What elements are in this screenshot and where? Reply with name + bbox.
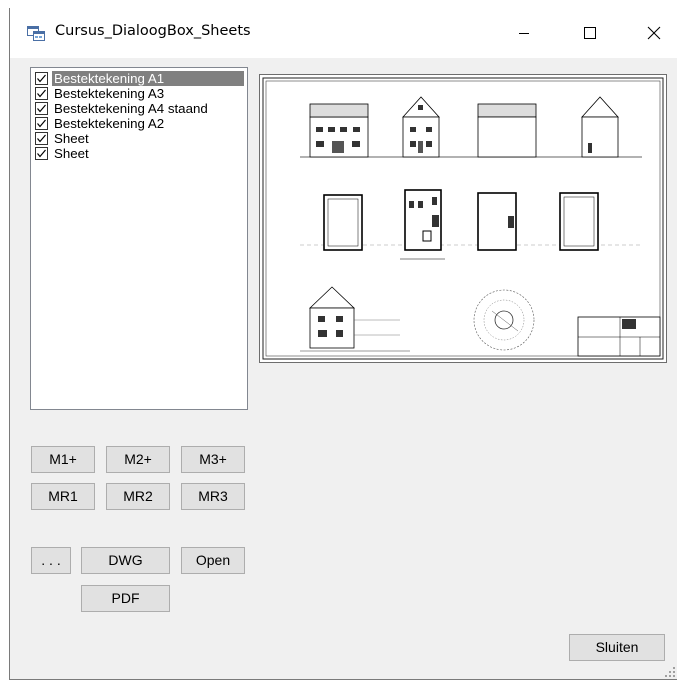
sheet-label: Sheet xyxy=(54,131,89,146)
sheet-label: Bestektekening A1 xyxy=(52,71,244,86)
sheet-preview xyxy=(259,74,667,363)
sheet-list-item[interactable]: Bestektekening A3 xyxy=(35,86,244,101)
sheet-label: Bestektekening A4 staand xyxy=(54,101,208,116)
checkmark-icon xyxy=(37,89,46,98)
checkmark-icon xyxy=(37,104,46,113)
open-button[interactable]: Open xyxy=(181,547,245,574)
sheet-checkbox[interactable] xyxy=(35,132,48,145)
pdf-button[interactable]: PDF xyxy=(81,585,170,612)
sheet-list-item[interactable]: Sheet xyxy=(35,146,244,161)
minimize-icon xyxy=(519,33,529,34)
checkmark-icon xyxy=(37,149,46,158)
close-icon xyxy=(647,26,661,40)
sheet-label: Bestektekening A3 xyxy=(54,86,165,101)
browse-button[interactable]: . . . xyxy=(31,547,71,574)
m1-plus-button[interactable]: M1+ xyxy=(31,446,95,473)
app-form-icon xyxy=(27,26,45,41)
sheet-list-item[interactable]: Sheet xyxy=(35,131,244,146)
mr1-button[interactable]: MR1 xyxy=(31,483,95,510)
resize-grip-icon[interactable] xyxy=(664,666,676,678)
sheet-list-item[interactable]: Bestektekening A4 staand xyxy=(35,101,244,116)
sheet-checked-list[interactable]: Bestektekening A1 Bestektekening A3 Best… xyxy=(30,67,248,410)
sheet-checkbox[interactable] xyxy=(35,117,48,130)
sheet-label: Sheet xyxy=(54,146,89,161)
drawing-preview-image xyxy=(262,77,664,360)
close-button[interactable]: Sluiten xyxy=(569,634,665,661)
window-title: Cursus_DialoogBox_Sheets xyxy=(55,23,251,39)
sheet-checkbox[interactable] xyxy=(35,72,48,85)
mr2-button[interactable]: MR2 xyxy=(106,483,170,510)
title-bar[interactable]: Cursus_DialoogBox_Sheets xyxy=(10,8,677,58)
checkmark-icon xyxy=(37,134,46,143)
checkmark-icon xyxy=(37,119,46,128)
minimize-button[interactable] xyxy=(501,8,547,58)
sheet-checkbox[interactable] xyxy=(35,102,48,115)
close-window-button[interactable] xyxy=(631,8,677,58)
m2-plus-button[interactable]: M2+ xyxy=(106,446,170,473)
dwg-button[interactable]: DWG xyxy=(81,547,170,574)
checkmark-icon xyxy=(37,74,46,83)
sheet-list-item[interactable]: Bestektekening A2 xyxy=(35,116,244,131)
sheet-checkbox[interactable] xyxy=(35,147,48,160)
maximize-icon xyxy=(584,27,596,39)
sheet-label: Bestektekening A2 xyxy=(54,116,165,131)
maximize-button[interactable] xyxy=(567,8,613,58)
mr3-button[interactable]: MR3 xyxy=(181,483,245,510)
sheet-list-item[interactable]: Bestektekening A1 xyxy=(35,71,244,86)
sheet-checkbox[interactable] xyxy=(35,87,48,100)
m3-plus-button[interactable]: M3+ xyxy=(181,446,245,473)
dialog-window: Cursus_DialoogBox_Sheets Bestektekening … xyxy=(9,8,677,680)
